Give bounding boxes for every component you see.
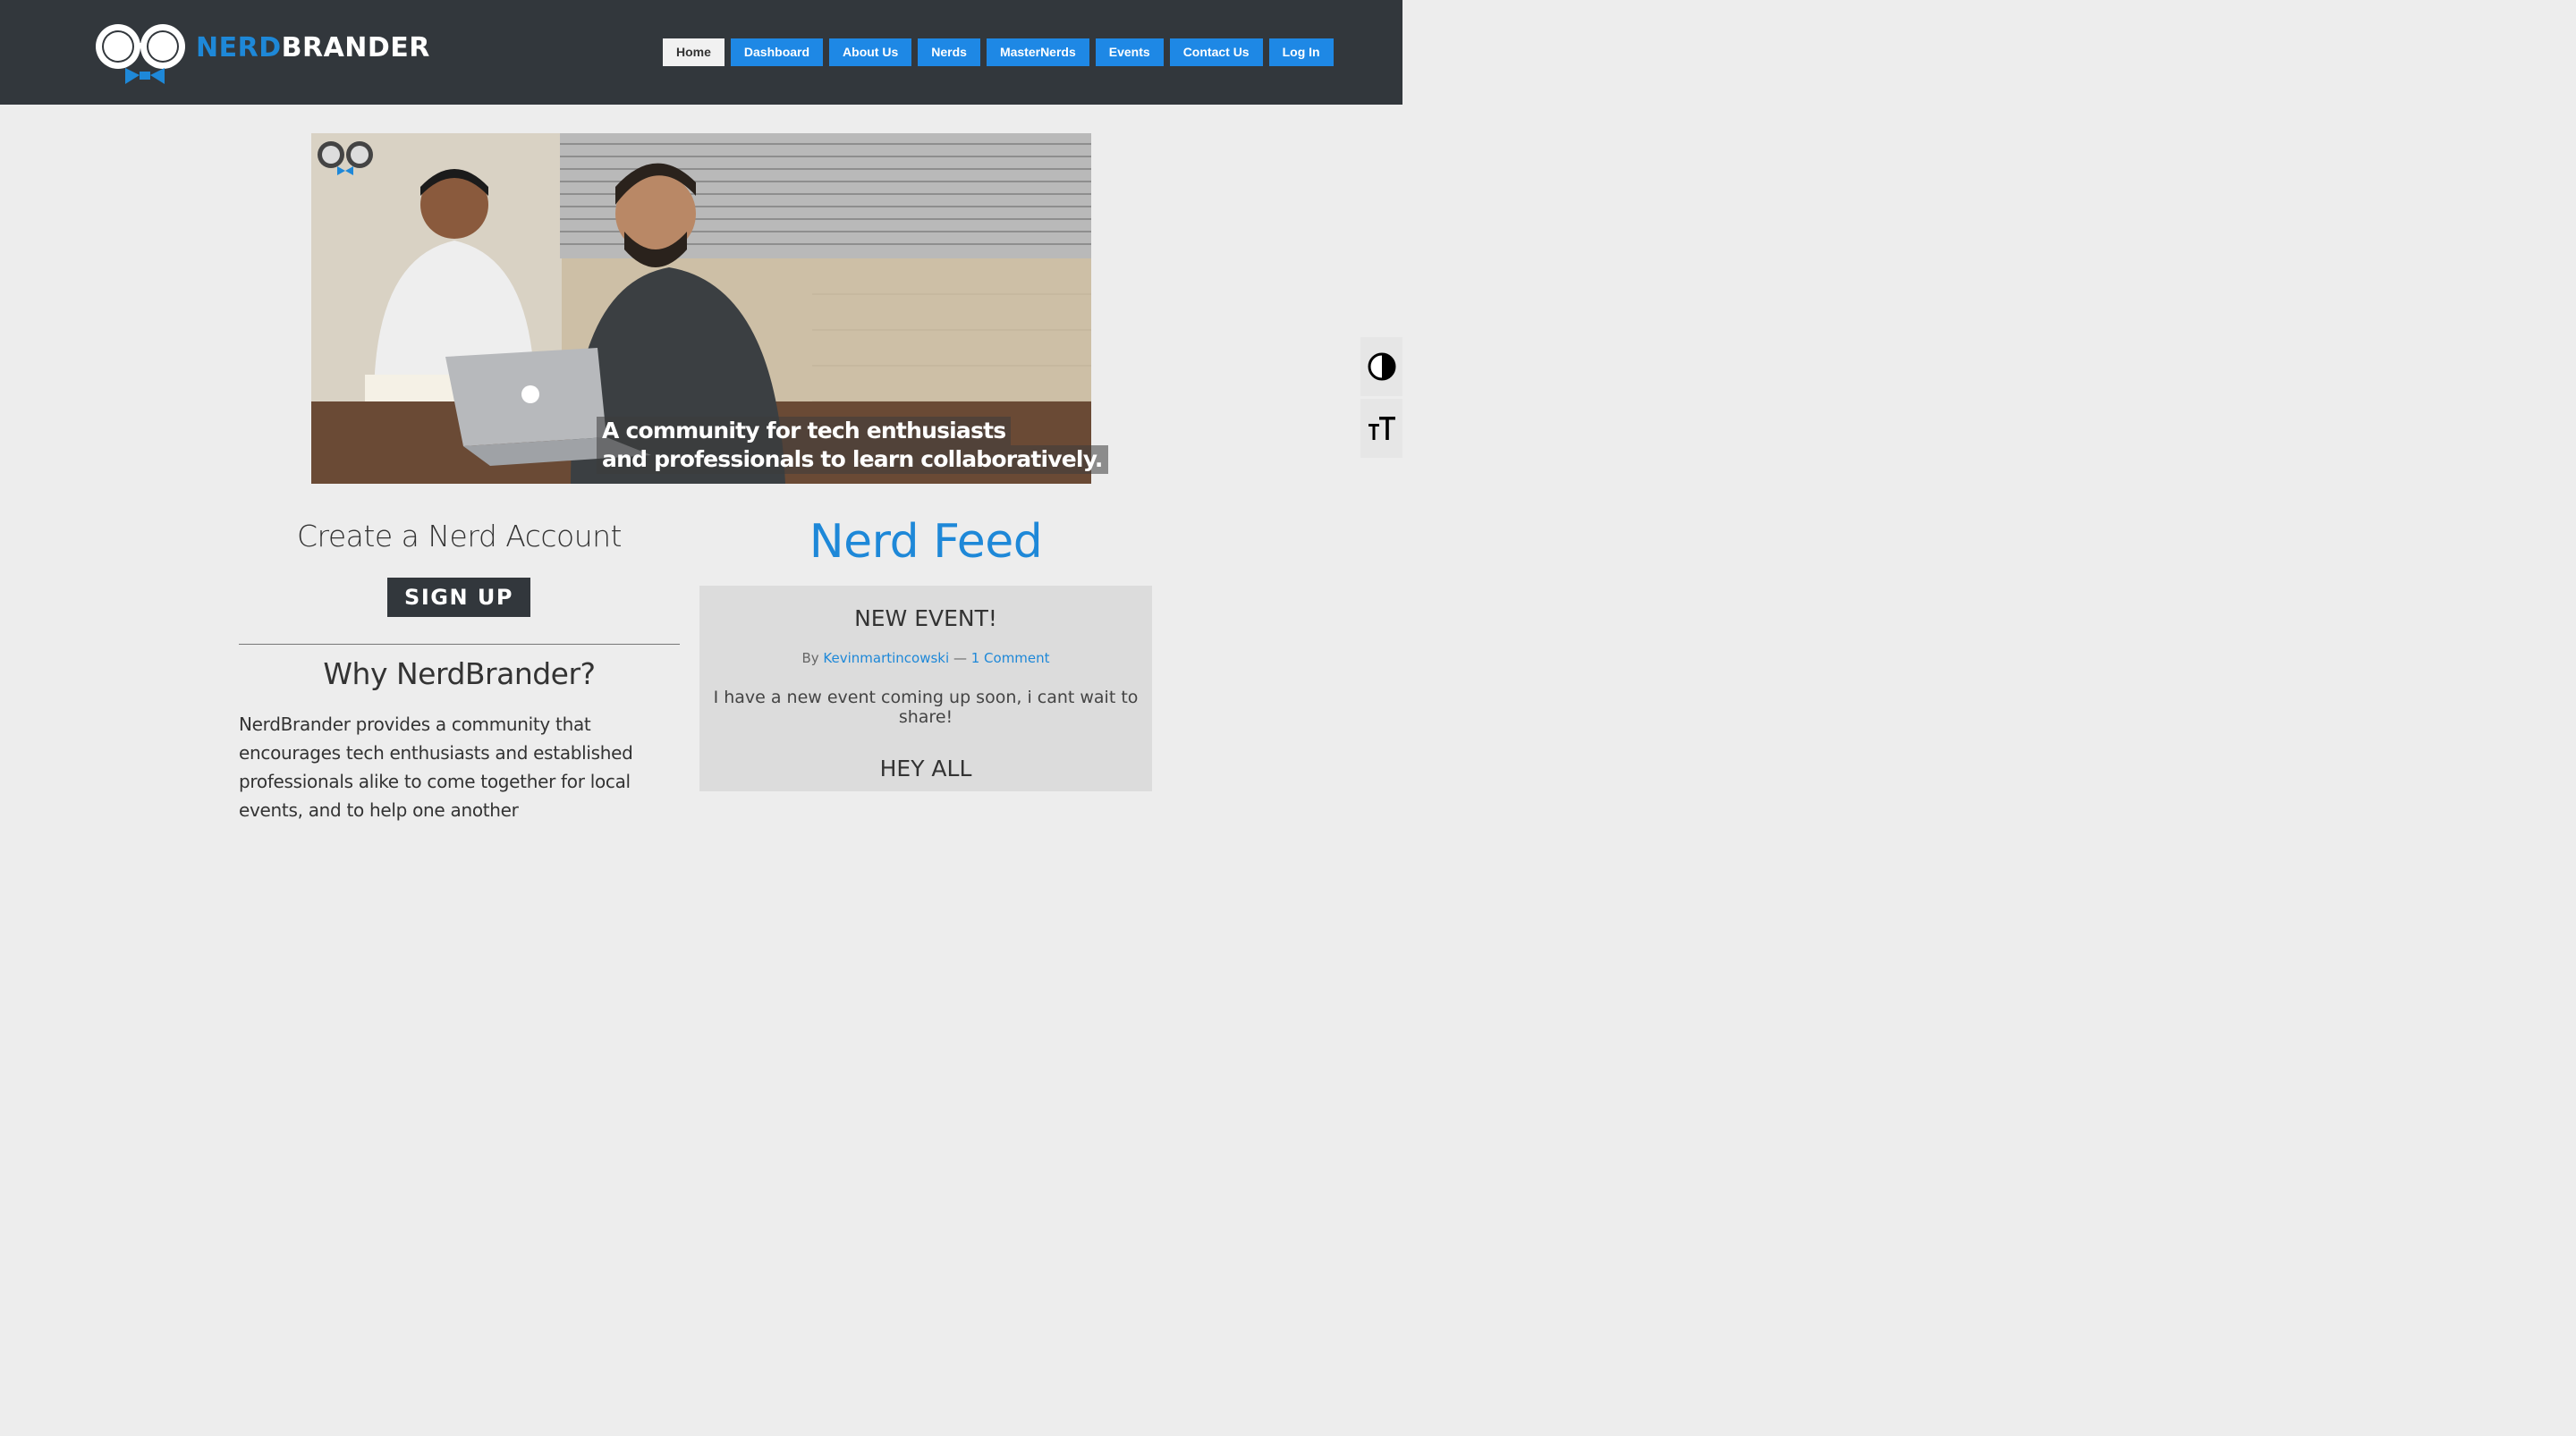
post-author-link[interactable]: Kevinmartincowski bbox=[823, 650, 949, 666]
why-nerdbrander-text: NerdBrander provides a community that en… bbox=[239, 714, 633, 821]
post-excerpt: I have a new event coming up soon, i can… bbox=[713, 688, 1139, 727]
nav-contact-us[interactable]: Contact Us bbox=[1169, 38, 1263, 66]
hero-caption-line2: and professionals to learn collaborative… bbox=[597, 445, 1108, 474]
font-size-icon bbox=[1368, 417, 1395, 440]
nav-home[interactable]: Home bbox=[663, 38, 724, 66]
post-comments-link[interactable]: 1 Comment bbox=[971, 650, 1050, 666]
contrast-toggle-button[interactable] bbox=[1360, 337, 1402, 396]
create-account-heading: Create a Nerd Account bbox=[296, 519, 623, 553]
sign-up-button[interactable]: SIGN UP bbox=[387, 578, 530, 617]
site-header: NERDBRANDER Home Dashboard About Us Nerd… bbox=[0, 0, 1402, 105]
post-meta: By Kevinmartincowski — 1 Comment bbox=[699, 650, 1152, 666]
section-divider bbox=[239, 644, 680, 645]
post-by-label: By bbox=[801, 650, 819, 666]
nav-events[interactable]: Events bbox=[1095, 38, 1164, 66]
hero-watermark-logo bbox=[315, 137, 377, 178]
glasses-bowtie-icon bbox=[96, 24, 185, 84]
brand-part2: BRANDER bbox=[281, 32, 430, 63]
nerd-feed-heading: Nerd Feed bbox=[809, 515, 1043, 569]
contrast-icon bbox=[1368, 352, 1395, 381]
nerd-feed-panel: NEW EVENT! By Kevinmartincowski — 1 Comm… bbox=[699, 586, 1152, 791]
glasses-bowtie-icon bbox=[318, 141, 373, 175]
brand-part1: NERD bbox=[196, 32, 282, 63]
nav-dashboard[interactable]: Dashboard bbox=[730, 38, 824, 66]
brand-wordmark[interactable]: NERDBRANDER bbox=[196, 32, 430, 64]
nav-nerds[interactable]: Nerds bbox=[918, 38, 980, 66]
font-size-button[interactable] bbox=[1360, 399, 1402, 458]
post-title[interactable]: HEY ALL bbox=[699, 756, 1152, 781]
accessibility-toolbar bbox=[1360, 337, 1402, 458]
nav-log-in[interactable]: Log In bbox=[1268, 38, 1334, 66]
post-title[interactable]: NEW EVENT! bbox=[699, 605, 1152, 631]
post-meta-separator: — bbox=[953, 650, 967, 666]
why-nerdbrander-heading: Why NerdBrander? bbox=[323, 656, 596, 691]
nav-about-us[interactable]: About Us bbox=[829, 38, 912, 66]
hero-caption-line1: A community for tech enthusiasts bbox=[597, 417, 1012, 445]
main-nav: Home Dashboard About Us Nerds MasterNerd… bbox=[663, 38, 1334, 66]
hero-caption: A community for tech enthusiasts and pro… bbox=[597, 417, 1108, 474]
nav-masternerds[interactable]: MasterNerds bbox=[986, 38, 1089, 66]
